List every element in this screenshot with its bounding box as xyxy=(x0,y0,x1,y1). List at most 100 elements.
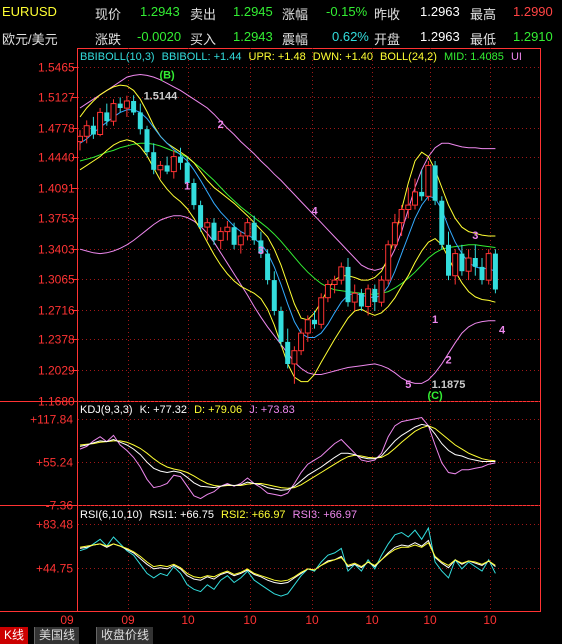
rsi-legend: RSI(6,10,10) RSI1: +66.75 RSI2: +66.97 R… xyxy=(80,509,357,521)
wave-label: (B) xyxy=(159,70,175,82)
time-tick-label: 10 xyxy=(181,613,195,627)
candle-body-down xyxy=(312,319,317,325)
tab-kline[interactable]: K线 xyxy=(0,627,29,644)
rsi3-line xyxy=(79,541,496,582)
bbiboll-line xyxy=(79,109,496,338)
candle-body-up xyxy=(351,292,358,303)
wave-annotations: (B)1.514421341251.1875(C)34(1)5BAC(2) xyxy=(144,70,506,402)
kdj-legend-j: J: +73.83 xyxy=(249,404,295,416)
candle-body-up xyxy=(318,297,325,325)
candle-body-down xyxy=(446,244,451,276)
candle-body-up xyxy=(224,226,231,233)
candle-body-up xyxy=(244,222,251,237)
wave-label: 1.5144 xyxy=(144,90,179,102)
rsi2-line xyxy=(79,539,496,585)
candle-body-up xyxy=(204,222,211,228)
rsi-legend-1: RSI1: +66.75 xyxy=(149,509,214,521)
price-tick-label: 1.4091 xyxy=(38,182,75,196)
price-tick-label: 1.4778 xyxy=(38,122,75,136)
candle-body-down xyxy=(285,341,291,364)
rsi-legend-3: RSI3: +66.97 xyxy=(293,509,358,521)
candle-body-up xyxy=(391,222,398,246)
price-tick-label: 1.2029 xyxy=(38,364,75,378)
candle-body-up xyxy=(123,100,130,109)
candle-body-down xyxy=(117,103,123,108)
legend-dwn: DWN: +1.40 xyxy=(313,51,373,63)
wave-label: 2 xyxy=(218,119,224,131)
candle-body-down xyxy=(144,129,150,153)
time-tick-label: 10 xyxy=(243,613,257,627)
candle-body-up xyxy=(77,135,83,143)
candle-body-down xyxy=(231,227,237,245)
wave-label: 1 xyxy=(184,181,190,193)
legend-bbiboll-value: BBIBOLL: +1.44 xyxy=(162,51,242,63)
candle-body-down xyxy=(459,253,465,272)
price-tick-label: 1.4440 xyxy=(38,151,75,165)
rsi1-line xyxy=(79,526,496,597)
candle-body-up xyxy=(338,266,345,281)
kdj-tick-label: +117.84 xyxy=(30,413,73,427)
candle-body-down xyxy=(137,112,143,130)
time-tick-label: 10 xyxy=(423,613,437,627)
wave-label: (C) xyxy=(427,390,443,402)
rsi-tick-label: +44.75 xyxy=(36,562,73,576)
candle-body-down xyxy=(251,222,257,241)
candle-body-up xyxy=(465,257,472,272)
candle-body-up xyxy=(110,103,117,122)
candle-body-down xyxy=(191,183,197,206)
candle-body-down xyxy=(472,258,478,267)
candle-body-up xyxy=(398,209,405,224)
candlestick-chart[interactable]: 1.5465 1.5127 1.4778 1.4440 1.4091 1.3753 1.34… xyxy=(0,0,562,644)
candle-body-up xyxy=(385,244,392,281)
wave-label: 3 xyxy=(258,245,264,257)
candle-body-up xyxy=(170,156,177,173)
wave-label: 1 xyxy=(432,314,438,326)
candle-body-down xyxy=(104,112,110,122)
candle-body-up xyxy=(83,125,90,137)
price-tick-label: 1.2716 xyxy=(38,304,75,318)
time-tick-label: 09 xyxy=(121,613,135,627)
candle-body-up xyxy=(425,164,432,197)
legend-mid: MID: 1.4085 xyxy=(444,51,504,63)
tab-us-line[interactable]: 美国线 xyxy=(34,627,80,644)
candle-body-up xyxy=(157,164,164,171)
legend-ui: UI xyxy=(511,51,522,63)
kdj-j-line xyxy=(79,416,496,500)
time-tick-label: 10 xyxy=(483,613,497,627)
wave-label: 4 xyxy=(311,205,318,217)
wave-label: 4 xyxy=(499,325,506,337)
candle-body-down xyxy=(432,165,438,201)
candle-body-down xyxy=(345,266,351,303)
tab-close-line[interactable]: 收盘价线 xyxy=(96,627,154,644)
kdj-legend-title: KDJ(9,3,3) xyxy=(80,404,133,416)
candle-body-up xyxy=(97,111,104,136)
price-tick-label: 1.5127 xyxy=(38,91,75,105)
candle-body-down xyxy=(479,266,485,281)
candle-body-up xyxy=(331,279,338,286)
price-tick-label: 1.5465 xyxy=(38,61,75,75)
candle-body-up xyxy=(324,284,331,299)
rsi-legend-title: RSI(6,10,10) xyxy=(80,509,142,521)
candle-body-down xyxy=(358,293,364,307)
kdj-k-line xyxy=(79,423,496,491)
candle-body-down xyxy=(151,152,157,170)
price-tick-label: 1.2378 xyxy=(38,333,75,347)
rsi-legend-2: RSI2: +66.97 xyxy=(221,509,286,521)
candle-body-up xyxy=(304,319,311,334)
kdj-legend: KDJ(9,3,3) K: +77.32 D: +79.06 J: +73.83 xyxy=(80,404,295,416)
rsi-tick-label: +83.48 xyxy=(36,518,73,532)
candle-body-down xyxy=(131,101,137,113)
candle-body-down xyxy=(211,222,217,241)
candle-body-up xyxy=(365,288,372,307)
candle-body-down xyxy=(271,280,277,311)
time-tick-label: 10 xyxy=(365,613,379,627)
candle-body-down xyxy=(419,191,425,197)
candle-body-down xyxy=(439,200,445,245)
legend-bbiboll: BBIBOLL(10,3) xyxy=(80,51,155,63)
kdj-legend-k: K: +77.32 xyxy=(140,404,187,416)
candle-body-down xyxy=(90,125,96,135)
candle-body-down xyxy=(164,165,170,172)
candle-body-down xyxy=(198,205,204,228)
candle-body-up xyxy=(452,253,459,277)
candle-body-down xyxy=(278,311,284,342)
